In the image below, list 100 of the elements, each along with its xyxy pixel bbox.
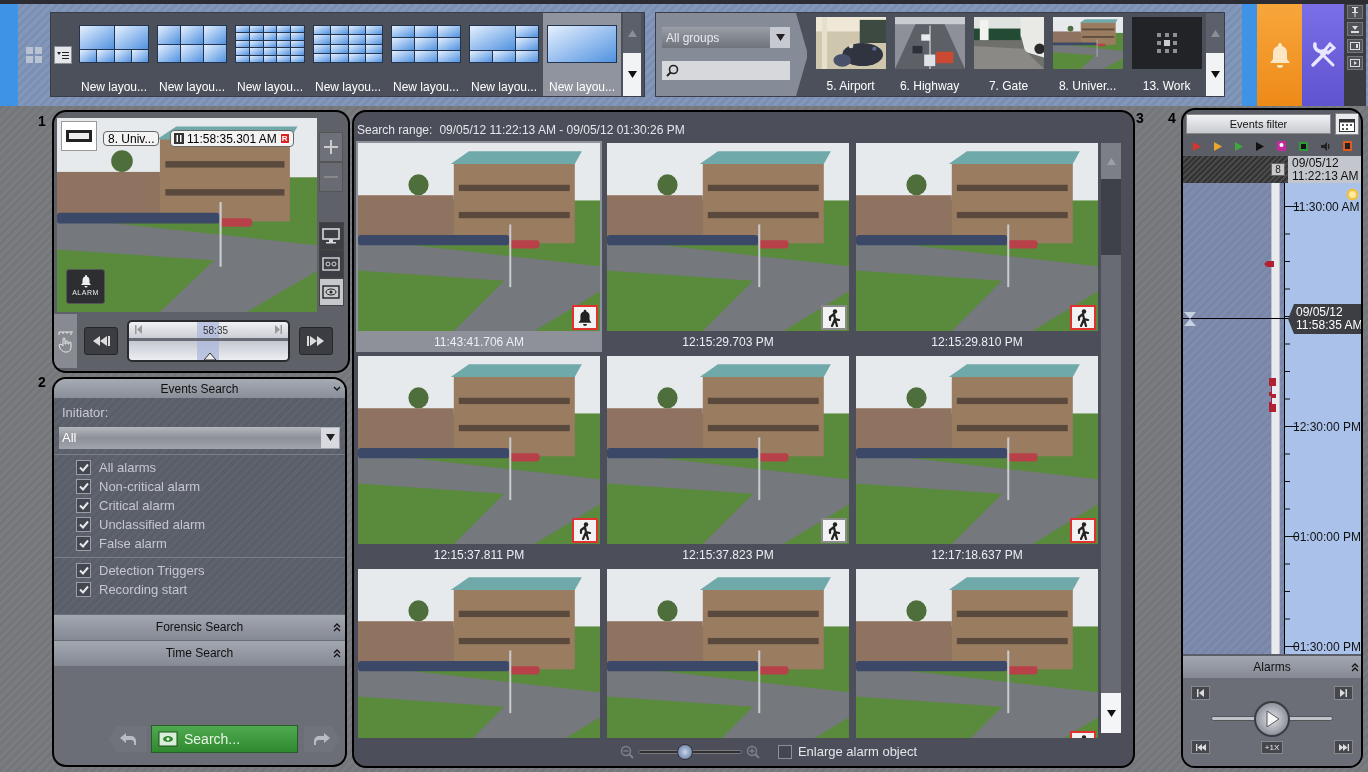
event-tile[interactable]: 12:15:29.810 PM	[854, 141, 1100, 352]
camera-item[interactable]: 7. Gate	[969, 13, 1049, 96]
play-window-button[interactable]	[1347, 56, 1363, 70]
fast-forward-button[interactable]	[1334, 740, 1353, 754]
settings-button[interactable]	[1302, 4, 1344, 106]
cursor-handle[interactable]	[1184, 312, 1196, 326]
camera-item[interactable]: 5. Airport	[811, 13, 891, 96]
layout-thumbnail	[157, 25, 227, 63]
expand-icon	[1351, 662, 1359, 672]
event-tile[interactable]: 12:17:18.637 PM	[854, 354, 1100, 565]
check-icon	[78, 463, 89, 472]
view-mode-button[interactable]	[318, 222, 344, 250]
minimize-button[interactable]	[1347, 22, 1363, 36]
pin-button[interactable]	[1347, 5, 1363, 19]
previous-frame-button[interactable]	[1191, 686, 1210, 700]
checkbox[interactable]	[76, 498, 91, 513]
checkbox[interactable]	[76, 536, 91, 551]
calendar-button[interactable]	[1335, 113, 1359, 135]
fast-forward-button[interactable]	[299, 327, 333, 355]
scroll-down-button[interactable]	[1206, 53, 1224, 96]
start-time-label: 09/05/12 11:22:13 AM	[1288, 156, 1361, 183]
checkbox[interactable]	[76, 582, 91, 597]
view-mode-button[interactable]	[318, 250, 344, 278]
events-filter-button[interactable]: Events filter	[1186, 114, 1331, 134]
layout-menu-button[interactable]	[54, 45, 72, 64]
rewind-icon	[92, 336, 110, 346]
section-header[interactable]: Events Search	[54, 379, 345, 398]
layout-item[interactable]: New layou...	[153, 13, 231, 96]
thumbnail-size-slider[interactable]	[637, 744, 742, 760]
step-forward-icon	[275, 325, 282, 334]
calendar-icon	[1339, 116, 1355, 132]
plus-icon	[324, 140, 338, 154]
layout-item[interactable]: New layou...	[387, 13, 465, 96]
layout-thumbnail	[79, 25, 149, 63]
cursor-time-label: 09/05/12 11:58:35 AM	[1288, 304, 1361, 334]
person-filter-icon[interactable]	[1277, 141, 1286, 151]
back-arrow-icon	[120, 733, 136, 745]
view-mode-button[interactable]	[318, 278, 344, 306]
film-filter-icon[interactable]	[1343, 141, 1352, 151]
checkbox[interactable]	[777, 745, 792, 759]
film-eye-icon	[158, 731, 178, 747]
event-time: 11:43:41.706 AM	[434, 333, 524, 351]
play-button[interactable]	[1254, 701, 1290, 737]
camera-item[interactable]: 8. Univer...	[1048, 13, 1128, 96]
scroll-thumb[interactable]	[1101, 179, 1121, 255]
event-tile[interactable]: 12:15:37.823 PM	[605, 354, 851, 565]
minus-icon	[324, 176, 338, 178]
section-header[interactable]: Time Search	[54, 640, 345, 666]
play-icon	[1350, 59, 1360, 67]
callout-number: 1	[38, 112, 46, 131]
check-icon	[78, 585, 89, 594]
checkbox[interactable]	[76, 479, 91, 494]
film-button[interactable]	[61, 121, 97, 151]
play-icon[interactable]	[1214, 141, 1222, 151]
scroll-down-button[interactable]	[623, 53, 641, 96]
step-forward-icon	[1340, 689, 1347, 697]
callout-number: 2	[38, 373, 46, 392]
bell-icon	[1267, 42, 1292, 68]
camera-item[interactable]: 6. Highway	[890, 13, 970, 96]
initiator-label: Initiator:	[61, 404, 110, 422]
layout-item[interactable]: New layou...	[231, 13, 309, 96]
scrollbar[interactable]	[1101, 143, 1121, 733]
event-tile[interactable]: 12:15:37.811 PM	[356, 354, 602, 565]
event-time: 12:15:37.823 PM	[682, 546, 774, 564]
layout-item[interactable]: New layou...	[75, 13, 153, 96]
checkbox-label: Detection Triggers	[99, 561, 205, 580]
layout-item[interactable]: New layou...	[309, 13, 387, 96]
down-arrow-icon	[1210, 71, 1220, 78]
dropdown-arrow-icon	[775, 34, 785, 41]
play-icon[interactable]	[1256, 141, 1264, 151]
panel-button[interactable]	[1347, 39, 1363, 53]
tick-label: 01:30:00 PM	[1291, 640, 1361, 654]
back-button[interactable]	[109, 726, 147, 752]
speaker-icon[interactable]	[1321, 141, 1330, 151]
event-marker	[1263, 261, 1274, 267]
camera-filter-icon[interactable]	[1299, 141, 1308, 151]
section-header[interactable]: Alarms	[1183, 656, 1361, 678]
checkbox[interactable]	[76, 460, 91, 475]
camera-name-label: 8. Univ...	[103, 131, 160, 146]
rewind-button[interactable]	[1191, 740, 1210, 754]
rewind-button[interactable]	[84, 327, 118, 355]
time-scrubber[interactable]: 58:35	[127, 320, 290, 362]
rewind-icon	[1195, 743, 1206, 751]
next-frame-button[interactable]	[1334, 686, 1353, 700]
checkbox[interactable]	[76, 563, 91, 578]
scroll-down-button[interactable]	[1101, 693, 1121, 733]
minimize-icon	[1351, 25, 1359, 33]
section-header[interactable]: Forensic Search	[54, 614, 345, 640]
layout-item[interactable]: New layou...	[465, 13, 543, 96]
event-tile[interactable]: 12:15:29.703 PM	[605, 141, 851, 352]
forward-button[interactable]	[304, 726, 340, 752]
check-icon	[78, 482, 89, 491]
search-range-label: Search range:	[357, 122, 433, 139]
camera-item[interactable]: 13. Work	[1127, 13, 1207, 96]
check-icon	[78, 520, 89, 529]
layout-thumbnail	[313, 25, 383, 63]
search-field[interactable]	[662, 61, 790, 80]
checkbox[interactable]	[76, 517, 91, 532]
zoom-in-button[interactable]	[319, 132, 343, 162]
slider-thumb[interactable]	[677, 744, 694, 760]
